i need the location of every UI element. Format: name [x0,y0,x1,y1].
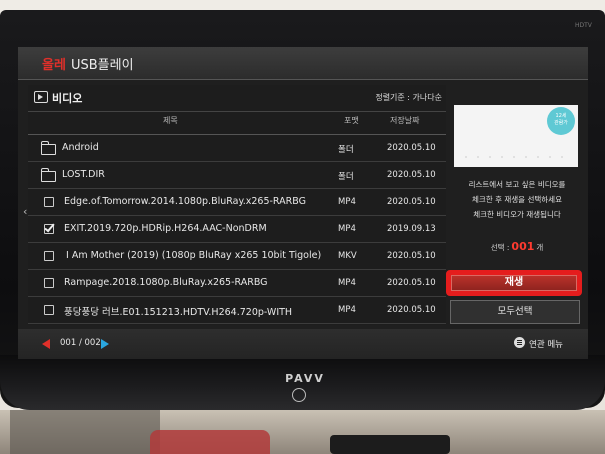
checkbox[interactable] [44,278,54,288]
row-title: I Am Mother (2019) (1080p BluRay x265 10… [66,250,322,261]
furniture [0,410,605,454]
folder-icon [40,141,56,155]
page-indicator: 001 / 002 [60,338,101,348]
row-date: 2020.05.10 [387,197,436,207]
checkbox[interactable] [44,251,54,261]
file-row[interactable]: I Am Mother (2019) (1080p BluRay x265 10… [28,243,446,270]
checkbox[interactable] [44,197,54,207]
checkbox[interactable] [44,305,54,315]
row-title: LOST.DIR [62,169,105,180]
select-all-button[interactable]: 모두선택 [450,300,580,324]
row-format: MP4 [338,305,356,315]
menu-icon[interactable] [514,337,525,348]
hdtv-badge: HDTV [575,22,592,29]
row-format: 폴더 [338,145,354,155]
row-date: 2020.05.10 [387,278,436,288]
file-row[interactable]: Edge.of.Tomorrow.2014.1080p.BluRay.x265-… [28,189,446,216]
app-header: 올레 USB플레이 [18,47,588,80]
next-page-icon[interactable] [101,339,109,349]
row-title: Android [62,142,99,153]
file-row[interactable]: Rampage.2018.1080p.BluRay.x265-RARBG MP4 2… [28,270,446,297]
row-date: 2019.09.13 [387,224,436,234]
preview-thumbnail: 12세 관람가 [454,105,578,167]
column-header-date: 저장날짜 [390,116,420,125]
folder-icon [40,168,56,182]
footer-bar: 001 / 002 연관 메뉴 [18,329,588,359]
video-list-panel: 비디오 정렬기준 : 가나다순 제목 포맷 저장날짜 Android 폴더 2020… [28,85,446,325]
row-title: EXIT.2019.720p.HDRip.H264.AAC-NonDRM [64,223,267,234]
column-header-title: 제목 [163,116,178,125]
row-title: Edge.of.Tomorrow.2014.1080p.BluRay.x265-… [64,196,306,207]
section-title: 비디오 [52,92,83,105]
play-button[interactable]: 재생 [446,270,582,296]
checkbox[interactable] [44,224,54,234]
file-row[interactable]: 풍당풍당 러브.E01.151213.HDTV.H264.720p-WITH MP… [28,297,446,324]
age-rating-badge: 12세 관람가 [547,107,575,135]
row-date: 2020.05.10 [387,143,436,153]
prev-page-icon[interactable] [42,339,50,349]
row-date: 2020.05.10 [387,305,436,315]
section-header: 비디오 정렬기준 : 가나다순 [28,85,446,112]
file-list: Android 폴더 2020.05.10 LOST.DIR 폴더 2020.05.10 E… [28,135,446,324]
folder-row[interactable]: Android 폴더 2020.05.10 [28,135,446,162]
instruction-text: 리스트에서 보고 싶은 비디오를 체크한 후 재생을 선택하세요 체크한 비디오… [468,180,566,219]
detail-panel: 12세 관람가 리스트에서 보고 싶은 비디오를 체크한 후 재생을 선택하세요 … [446,105,582,325]
chevron-left-icon: ‹ [23,205,28,218]
folder-row[interactable]: LOST.DIR 폴더 2020.05.10 [28,162,446,189]
row-date: 2020.05.10 [387,251,436,261]
row-format: MP4 [338,197,356,207]
selection-count: 선택 :001 개 [490,240,544,253]
row-format: MP4 [338,224,356,234]
row-format: MP4 [338,278,356,288]
tv-screen: 올레 USB플레이 비디오 정렬기준 : 가나다순 제목 포맷 저장날짜 And… [18,47,588,359]
tv-brand-logo: PAVV [285,372,325,385]
app-title: USB플레이 [71,58,134,73]
sort-order-label[interactable]: 정렬기준 : 가나다순 [375,92,442,103]
play-button-label: 재생 [451,275,577,291]
row-date: 2020.05.10 [387,170,436,180]
row-title: 풍당풍당 러브.E01.151213.HDTV.H264.720p-WITH [64,307,293,318]
power-icon[interactable] [292,388,306,402]
column-header-format: 포맷 [344,116,359,125]
row-format: MKV [338,251,357,261]
row-format: 폴더 [338,172,354,182]
preview-dots [460,153,570,161]
row-title: Rampage.2018.1080p.BluRay.x265-RARBG [64,277,268,288]
video-icon [34,91,48,103]
brand-logo: 올레 [42,58,66,73]
selected-count-value: 001 [511,240,535,253]
file-row[interactable]: EXIT.2019.720p.HDRip.H264.AAC-NonDRM MP4 2… [28,216,446,243]
related-menu-button[interactable]: 연관 메뉴 [529,338,563,350]
